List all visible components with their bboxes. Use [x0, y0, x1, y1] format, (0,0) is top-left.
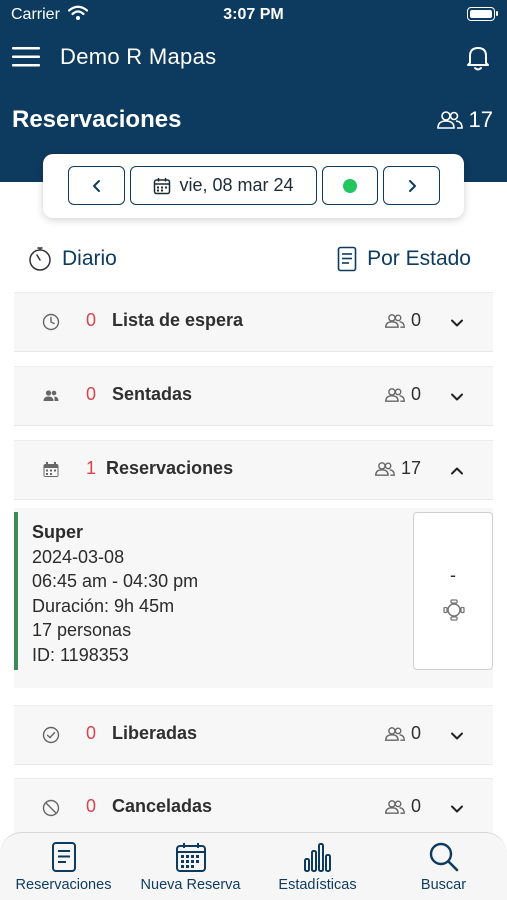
section-people: 0	[385, 310, 421, 331]
section-people-value: 17	[400, 458, 421, 478]
chevron-down-icon	[451, 732, 463, 740]
calendar-icon	[154, 177, 171, 194]
reservation-name: Super	[32, 522, 84, 542]
section-count: 0	[86, 384, 97, 404]
tab-label: Buscar	[420, 877, 467, 893]
hamburger-menu-icon[interactable]	[12, 44, 42, 70]
check-circle-icon	[42, 726, 60, 744]
section-people-value: 0	[410, 310, 421, 330]
section-people-value: 0	[410, 384, 421, 404]
section-label: Liberadas	[112, 723, 198, 743]
chevron-up-icon	[451, 467, 463, 475]
tab-statistics[interactable]: Estadísticas	[254, 841, 381, 893]
reservation-card[interactable]: Super 2024-03-08 06:45 am - 04:30 pm Dur…	[14, 508, 493, 688]
section-label: Reservaciones	[106, 458, 234, 478]
people-icon	[375, 461, 395, 476]
section-label: Sentadas	[112, 384, 193, 404]
total-people-value: 17	[468, 107, 493, 132]
section-seated[interactable]: 0 Sentadas 0	[14, 366, 493, 426]
reservation-time-range: 06:45 am - 04:30 pm	[32, 571, 199, 591]
section-people-value: 0	[410, 723, 421, 743]
status-bar: Carrier 3:07 PM	[0, 0, 507, 32]
table-icon	[443, 599, 465, 621]
section-label: Lista de espera	[112, 310, 244, 330]
status-indicator-button[interactable]	[322, 166, 378, 205]
people-icon	[385, 313, 405, 328]
people-icon	[385, 387, 405, 402]
previous-day-button[interactable]	[68, 166, 125, 205]
section-people: 17	[375, 458, 421, 479]
bottom-tab-bar: Reservaciones Nueva Reserva Estadísticas…	[0, 832, 507, 900]
reservation-status-bar	[14, 512, 18, 670]
chevron-down-icon	[451, 393, 463, 401]
page-title: Reservaciones	[12, 106, 182, 133]
active-status-dot	[343, 178, 357, 193]
date-navigator: vie, 08 mar 24	[43, 154, 464, 218]
bar-chart-icon	[303, 843, 331, 872]
selected-date: vie, 08 mar 24	[179, 175, 294, 195]
section-people: 0	[385, 384, 421, 405]
clock-time: 3:07 PM	[223, 6, 284, 23]
users-icon	[43, 390, 59, 401]
section-people-value: 0	[410, 796, 421, 816]
next-day-button[interactable]	[383, 166, 440, 205]
calendar-icon	[43, 462, 59, 477]
tab-label: Estadísticas	[278, 877, 357, 893]
section-people: 0	[385, 723, 421, 744]
chevron-down-icon	[451, 319, 463, 327]
tab-reservations[interactable]: Reservaciones	[0, 841, 127, 893]
section-waitlist[interactable]: 0 Lista de espera 0	[14, 292, 493, 352]
document-icon	[51, 842, 76, 872]
section-count: 0	[86, 310, 97, 330]
view-mode-row: Diario Por Estado	[0, 246, 507, 276]
tab-label: Reservaciones	[15, 877, 112, 893]
app-title: Demo R Mapas	[60, 44, 217, 69]
by-status-view-label: Por Estado	[367, 247, 471, 270]
chevron-down-icon	[451, 805, 463, 813]
assign-table-button[interactable]: -	[413, 512, 493, 670]
people-icon	[436, 111, 463, 129]
section-count: 0	[86, 796, 97, 816]
bell-icon[interactable]	[465, 44, 491, 72]
reservation-details: Super 2024-03-08 06:45 am - 04:30 pm Dur…	[32, 520, 198, 667]
daily-view-toggle[interactable]: Diario	[28, 246, 117, 272]
by-status-view-toggle[interactable]: Por Estado	[337, 246, 471, 272]
reservation-date: 2024-03-08	[32, 546, 125, 567]
section-count: 1	[86, 458, 97, 478]
tab-new-reservation[interactable]: Nueva Reserva	[127, 841, 254, 893]
ban-icon	[42, 799, 60, 817]
tab-search[interactable]: Buscar	[380, 841, 507, 893]
chevron-right-icon	[408, 179, 416, 192]
reservation-duration: Duración: 9h 45m	[32, 595, 175, 616]
reservation-people: 17 personas	[32, 620, 132, 640]
search-icon	[429, 842, 458, 872]
battery-icon	[467, 7, 498, 21]
section-cancelled[interactable]: 0 Canceladas 0	[14, 778, 493, 838]
section-label: Canceladas	[112, 796, 213, 816]
total-people-count: 17	[436, 107, 493, 133]
section-reservations[interactable]: 1 Reservaciones 17	[14, 440, 493, 500]
stopwatch-icon	[29, 247, 51, 271]
table-label: -	[450, 565, 456, 585]
chevron-left-icon	[92, 179, 100, 192]
section-people: 0	[385, 796, 421, 817]
clock-icon	[42, 313, 60, 331]
tab-label: Nueva Reserva	[140, 877, 241, 893]
document-icon	[337, 246, 357, 272]
reservation-id: ID: 1198353	[32, 644, 129, 665]
people-icon	[385, 726, 405, 741]
people-icon	[385, 799, 405, 814]
date-picker-button[interactable]: vie, 08 mar 24	[130, 166, 317, 205]
daily-view-label: Diario	[62, 247, 117, 270]
calendar-grid-icon	[175, 843, 206, 872]
section-count: 0	[86, 723, 97, 743]
section-released[interactable]: 0 Liberadas 0	[14, 705, 493, 765]
